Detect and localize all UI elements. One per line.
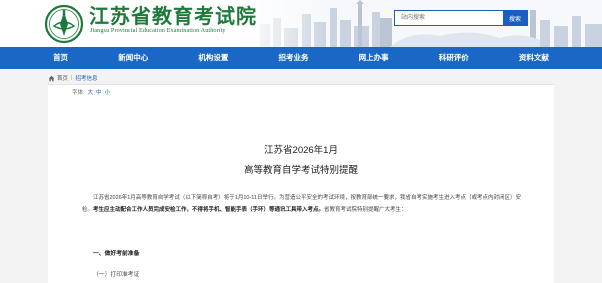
article-title-line1: 江苏省2026年1月 <box>264 145 338 156</box>
site-name-english: Jiangsu Provincial Education Examination… <box>90 27 226 34</box>
font-size-switcher: 字体: 大 中 小 <box>72 88 110 96</box>
article-card: 字体: 大 中 小 江苏省2026年1月 高等教育自学考试特别提醒 江苏省202… <box>48 84 554 283</box>
breadcrumb-home[interactable]: 首页 <box>57 74 68 82</box>
article-title-line2: 高等教育自学考试特别提醒 <box>243 165 358 176</box>
nav-item-online-services[interactable]: 网上办事 <box>359 47 389 69</box>
home-icon <box>48 75 55 81</box>
search-button[interactable]: 搜索 <box>503 11 527 25</box>
nav-item-organization[interactable]: 机构设置 <box>198 47 228 69</box>
breadcrumb: 首页 | 招考信息 <box>48 72 97 84</box>
site-header: 江苏省教育考试院 Jiangsu Provincial Education Ex… <box>0 0 602 47</box>
nav-item-news[interactable]: 新闻中心 <box>118 47 148 69</box>
article-intro-paragraph: 江苏省2026年1月高等教育自学考试（以下简称自考）将于1月10-11日举行。为… <box>82 193 523 216</box>
subsection-heading: （一）打印准考证 <box>93 272 140 278</box>
section-heading: 一、做好考前准备 <box>93 251 140 257</box>
nav-item-documents[interactable]: 资料文献 <box>519 47 549 69</box>
font-size-small[interactable]: 小 <box>105 88 111 96</box>
font-size-large[interactable]: 大 <box>88 88 94 96</box>
nav-item-research[interactable]: 科研评价 <box>439 47 469 69</box>
institution-logo <box>44 4 84 44</box>
breadcrumb-current[interactable]: 招考信息 <box>75 74 97 82</box>
search-bar: 搜索 <box>394 10 528 26</box>
intro-bold-text: 考生应主动配合工作人员完成安检工作，不得将手机、智能手表（手环）等通讯工具带入考… <box>93 206 325 213</box>
intro-text-end: 省教育考试院特别提醒广大考生： <box>324 206 407 213</box>
nav-item-home[interactable]: 首页 <box>53 47 68 69</box>
font-size-medium[interactable]: 中 <box>96 88 102 96</box>
font-size-label: 字体: <box>72 90 85 96</box>
site-name: 江苏省教育考试院 <box>89 4 257 28</box>
main-nav: 首页 新闻中心 机构设置 招考业务 网上办事 科研评价 资料文献 <box>0 47 602 69</box>
nav-item-admissions[interactable]: 招考业务 <box>278 47 308 69</box>
search-input[interactable] <box>395 11 503 25</box>
breadcrumb-separator: | <box>71 75 73 81</box>
